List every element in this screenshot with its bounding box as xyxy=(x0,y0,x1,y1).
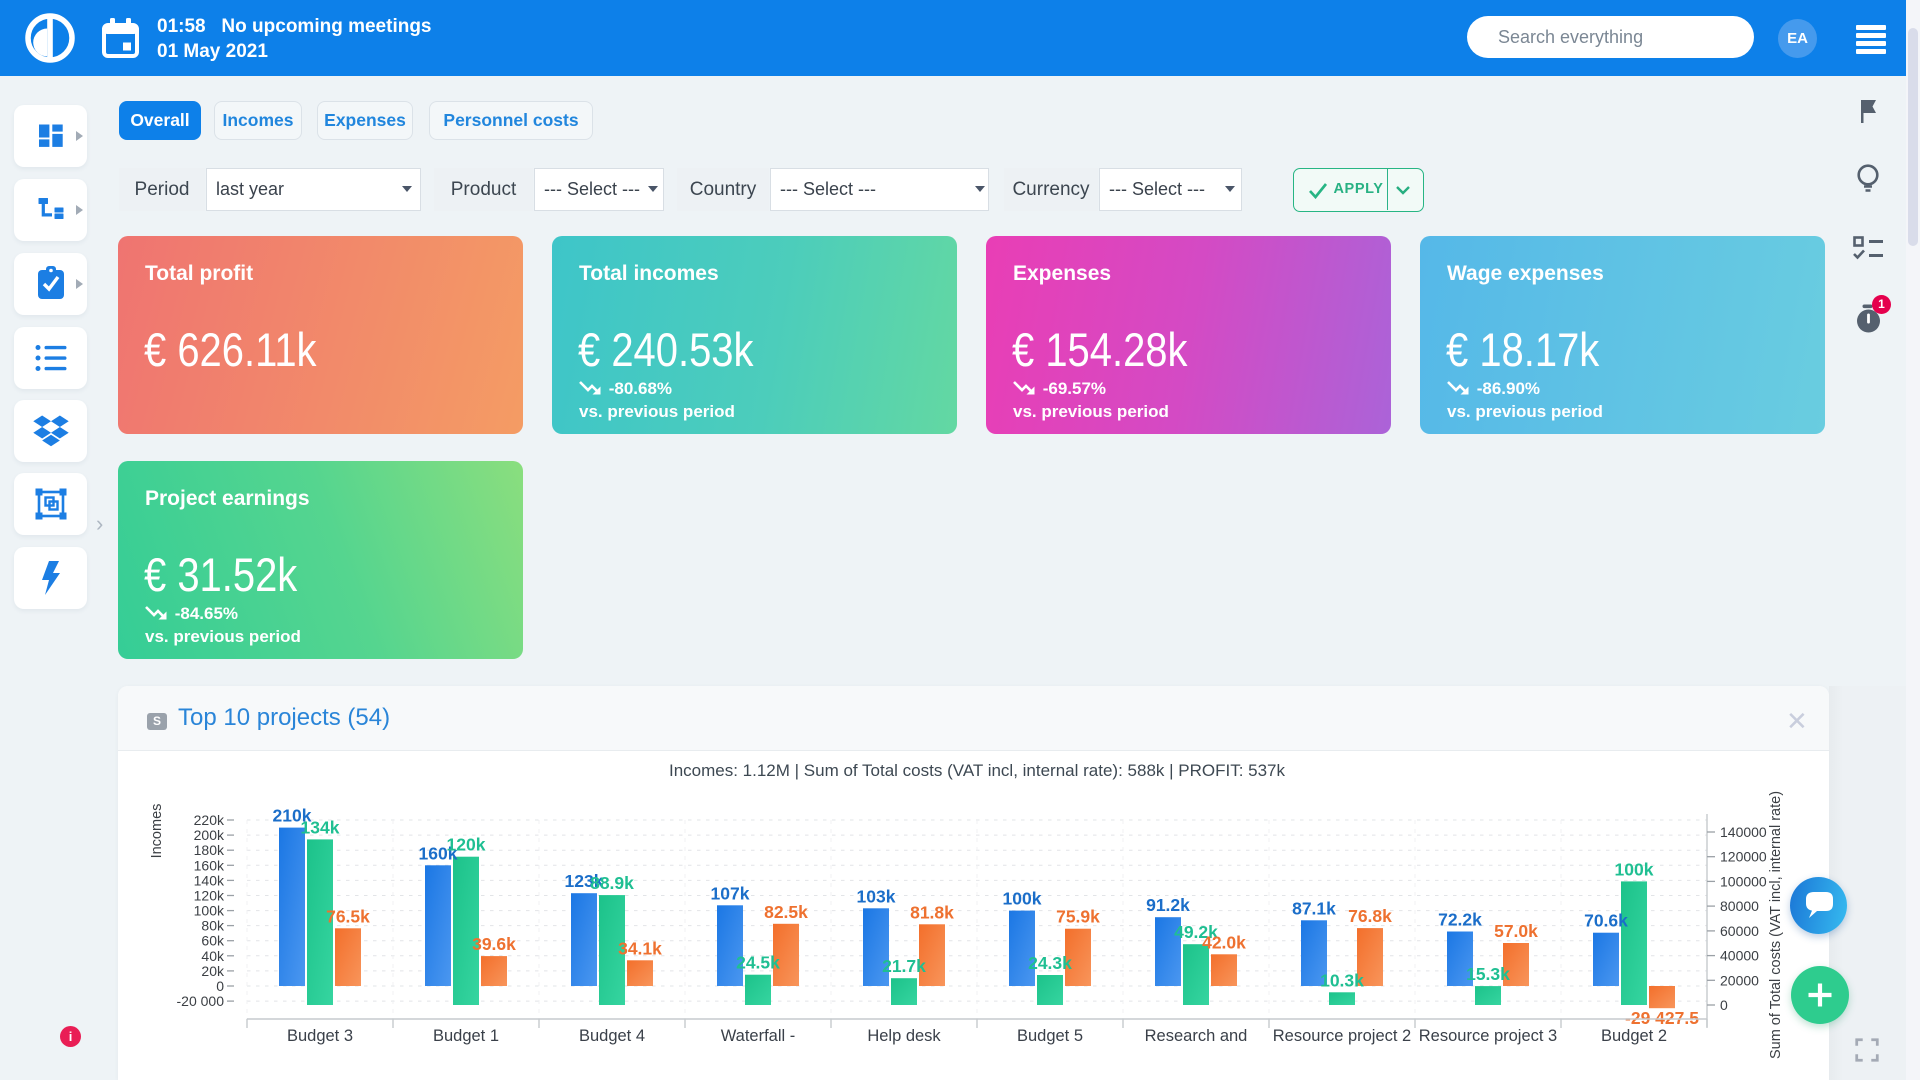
svg-text:Budget 1: Budget 1 xyxy=(433,1027,499,1045)
svg-text:120k: 120k xyxy=(447,835,486,855)
svg-text:120000: 120000 xyxy=(1720,849,1767,865)
svg-text:100k: 100k xyxy=(194,903,225,919)
svg-text:88.9k: 88.9k xyxy=(590,873,634,893)
svg-text:134k: 134k xyxy=(301,817,340,837)
svg-text:60k: 60k xyxy=(201,933,225,949)
svg-text:-20 000: -20 000 xyxy=(177,993,225,1009)
svg-text:72.2k: 72.2k xyxy=(1438,910,1482,930)
svg-text:76.5k: 76.5k xyxy=(326,906,370,926)
svg-text:160k: 160k xyxy=(194,857,225,873)
svg-text:100k: 100k xyxy=(1615,859,1654,879)
svg-text:20k: 20k xyxy=(201,963,225,979)
svg-text:Budget 5: Budget 5 xyxy=(1017,1027,1083,1045)
svg-text:Resource project 2: Resource project 2 xyxy=(1273,1027,1412,1045)
svg-text:Sum of Total costs (VAT incl,: Sum of Total costs (VAT incl, internal r… xyxy=(1768,791,1784,1059)
svg-text:Resource project 3: Resource project 3 xyxy=(1419,1027,1558,1045)
svg-text:10.3k: 10.3k xyxy=(1320,970,1364,990)
svg-text:100k: 100k xyxy=(1003,889,1042,909)
svg-text:120k: 120k xyxy=(194,888,225,904)
svg-text:Budget 3: Budget 3 xyxy=(287,1027,353,1045)
svg-text:81.8k: 81.8k xyxy=(910,902,954,922)
svg-text:Incomes: Incomes xyxy=(149,804,165,859)
svg-text:20000: 20000 xyxy=(1720,972,1759,988)
svg-text:0: 0 xyxy=(216,978,224,994)
svg-text:21.7k: 21.7k xyxy=(882,956,926,976)
svg-text:24.5k: 24.5k xyxy=(736,953,780,973)
svg-text:103k: 103k xyxy=(857,886,896,906)
svg-text:80000: 80000 xyxy=(1720,898,1759,914)
svg-text:Budget 4: Budget 4 xyxy=(579,1027,645,1045)
svg-text:91.2k: 91.2k xyxy=(1146,895,1190,915)
svg-text:140k: 140k xyxy=(194,872,225,888)
svg-text:82.5k: 82.5k xyxy=(764,902,808,922)
svg-text:200k: 200k xyxy=(194,827,225,843)
svg-text:100000: 100000 xyxy=(1720,873,1767,889)
svg-text:40k: 40k xyxy=(201,948,225,964)
svg-text:24.3k: 24.3k xyxy=(1028,953,1072,973)
svg-text:75.9k: 75.9k xyxy=(1056,907,1100,927)
svg-text:Research and: Research and xyxy=(1145,1027,1248,1045)
svg-text:57.0k: 57.0k xyxy=(1494,921,1538,941)
svg-text:-29 427.5: -29 427.5 xyxy=(1625,1008,1699,1028)
svg-text:87.1k: 87.1k xyxy=(1292,898,1336,918)
svg-text:39.6k: 39.6k xyxy=(472,934,516,954)
svg-text:180k: 180k xyxy=(194,842,225,858)
svg-text:60000: 60000 xyxy=(1720,923,1759,939)
svg-text:220k: 220k xyxy=(194,812,225,828)
svg-text:140000: 140000 xyxy=(1720,824,1767,840)
svg-text:42.0k: 42.0k xyxy=(1202,932,1246,952)
svg-text:Help desk: Help desk xyxy=(867,1027,941,1045)
svg-text:34.1k: 34.1k xyxy=(618,938,662,958)
svg-text:Budget 2: Budget 2 xyxy=(1601,1027,1667,1045)
svg-text:80k: 80k xyxy=(201,918,225,934)
svg-text:70.6k: 70.6k xyxy=(1584,911,1628,931)
svg-text:15.3k: 15.3k xyxy=(1466,964,1510,984)
svg-text:76.8k: 76.8k xyxy=(1348,906,1392,926)
svg-text:107k: 107k xyxy=(711,883,750,903)
svg-text:Waterfall -: Waterfall - xyxy=(721,1027,796,1045)
svg-text:0: 0 xyxy=(1720,997,1728,1013)
svg-text:40000: 40000 xyxy=(1720,948,1759,964)
